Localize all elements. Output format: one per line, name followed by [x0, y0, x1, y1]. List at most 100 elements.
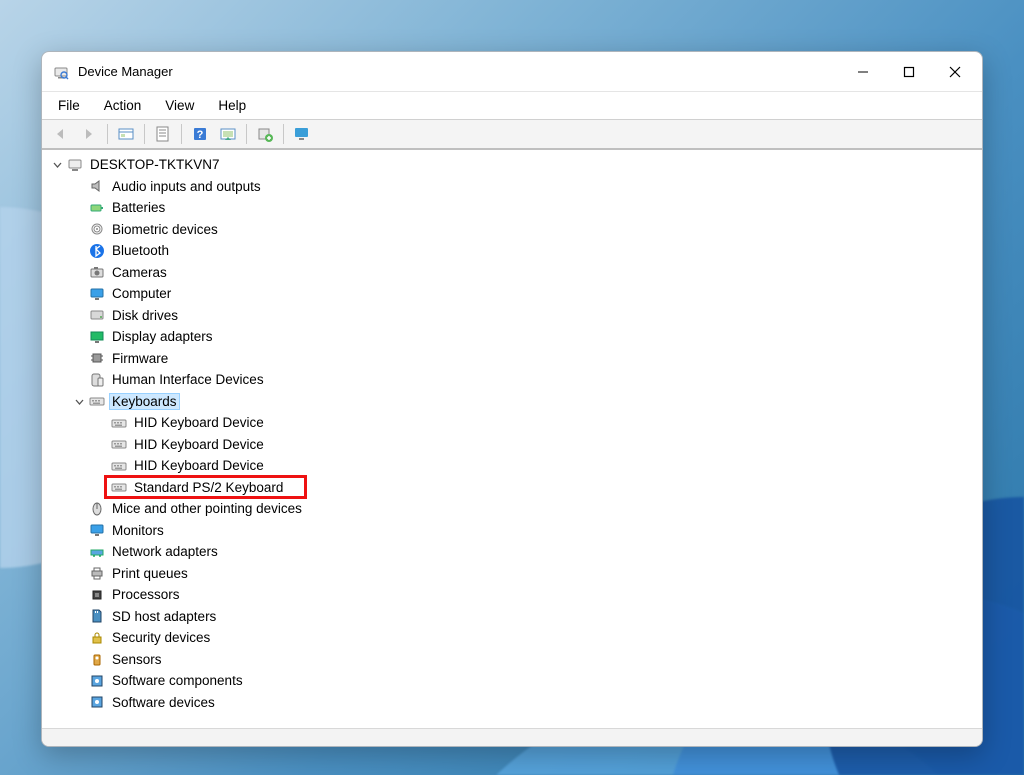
device-item[interactable]: Sensors: [42, 649, 968, 671]
monitor-icon: [88, 522, 106, 538]
cpu-icon: [88, 587, 106, 603]
device-item[interactable]: Standard PS/2 Keyboard: [42, 477, 968, 499]
minimize-button[interactable]: [840, 56, 886, 88]
node-label: Biometric devices: [110, 222, 220, 237]
node-label: Security devices: [110, 630, 212, 645]
device-item[interactable]: HID Keyboard Device: [42, 412, 968, 434]
toolbar-separator: [283, 124, 284, 144]
mouse-icon: [88, 501, 106, 517]
node-label: Mice and other pointing devices: [110, 501, 304, 516]
battery-icon: [88, 200, 106, 216]
node-label: Disk drives: [110, 308, 180, 323]
device-item[interactable]: HID Keyboard Device: [42, 434, 968, 456]
keyboard-icon: [110, 436, 128, 452]
toolbar: ?: [42, 120, 982, 150]
keyboard-icon: [88, 393, 106, 409]
node-label: Display adapters: [110, 329, 215, 344]
statusbar: [42, 728, 982, 746]
device-item[interactable]: Monitors: [42, 520, 968, 542]
software-icon: [88, 673, 106, 689]
device-item[interactable]: HID Keyboard Device: [42, 455, 968, 477]
device-item[interactable]: Disk drives: [42, 305, 968, 327]
lock-icon: [88, 630, 106, 646]
hid-icon: [88, 372, 106, 388]
window-title: Device Manager: [78, 64, 173, 79]
camera-icon: [88, 264, 106, 280]
keyboard-icon: [110, 415, 128, 431]
node-label: Batteries: [110, 200, 167, 215]
maximize-button[interactable]: [886, 56, 932, 88]
device-item[interactable]: Security devices: [42, 627, 968, 649]
device-tree[interactable]: DESKTOP-TKTKVN7 Audio inputs and outputs B…: [42, 150, 968, 728]
app-icon: [52, 63, 70, 81]
toolbar-remote-button[interactable]: [289, 122, 315, 146]
device-item[interactable]: Processors: [42, 584, 968, 606]
device-item[interactable]: Audio inputs and outputs: [42, 176, 968, 198]
node-label: HID Keyboard Device: [132, 437, 266, 452]
collapse-icon[interactable]: [50, 158, 64, 172]
node-label: Software components: [110, 673, 245, 688]
node-label: Computer: [110, 286, 173, 301]
network-icon: [88, 544, 106, 560]
node-label: Human Interface Devices: [110, 372, 266, 387]
bluetooth-icon: [88, 243, 106, 259]
device-item[interactable]: Network adapters: [42, 541, 968, 563]
toolbar-scan-button[interactable]: [215, 122, 241, 146]
device-manager-window: Device Manager File Action View Help: [41, 51, 983, 747]
menu-help[interactable]: Help: [208, 94, 256, 117]
collapse-icon[interactable]: [72, 394, 86, 408]
svg-text:?: ?: [197, 129, 204, 141]
device-category[interactable]: Keyboards: [42, 391, 968, 413]
device-item[interactable]: Biometric devices: [42, 219, 968, 241]
device-item[interactable]: Bluetooth: [42, 240, 968, 262]
keyboard-icon: [110, 458, 128, 474]
node-label: Firmware: [110, 351, 170, 366]
device-item[interactable]: Mice and other pointing devices: [42, 498, 968, 520]
node-label: DESKTOP-TKTKVN7: [88, 157, 222, 172]
close-button[interactable]: [932, 56, 978, 88]
device-item[interactable]: Batteries: [42, 197, 968, 219]
device-item[interactable]: Human Interface Devices: [42, 369, 968, 391]
node-label: Standard PS/2 Keyboard: [132, 480, 285, 495]
printer-icon: [88, 565, 106, 581]
node-label: HID Keyboard Device: [132, 415, 266, 430]
disk-icon: [88, 307, 106, 323]
node-label: SD host adapters: [110, 609, 218, 624]
sensor-icon: [88, 651, 106, 667]
toolbar-add-driver-button[interactable]: [252, 122, 278, 146]
titlebar: Device Manager: [42, 52, 982, 92]
node-label: HID Keyboard Device: [132, 458, 266, 473]
device-item[interactable]: Firmware: [42, 348, 968, 370]
node-label: Processors: [110, 587, 182, 602]
toolbar-separator: [144, 124, 145, 144]
node-label: Monitors: [110, 523, 166, 538]
menu-action[interactable]: Action: [94, 94, 152, 117]
toolbar-forward-button[interactable]: [76, 122, 102, 146]
device-item[interactable]: Software devices: [42, 692, 968, 714]
speaker-icon: [88, 178, 106, 194]
device-item[interactable]: Print queues: [42, 563, 968, 585]
node-label: Software devices: [110, 695, 217, 710]
node-label: Bluetooth: [110, 243, 171, 258]
node-label: Sensors: [110, 652, 164, 667]
toolbar-back-button[interactable]: [48, 122, 74, 146]
toolbar-show-hidden-button[interactable]: [113, 122, 139, 146]
device-item[interactable]: Display adapters: [42, 326, 968, 348]
menu-view[interactable]: View: [155, 94, 204, 117]
device-item[interactable]: Cameras: [42, 262, 968, 284]
toolbar-separator: [107, 124, 108, 144]
toolbar-properties-button[interactable]: [150, 122, 176, 146]
monitor-icon: [88, 286, 106, 302]
menu-file[interactable]: File: [48, 94, 90, 117]
node-label: Audio inputs and outputs: [110, 179, 263, 194]
software-icon: [88, 694, 106, 710]
device-item[interactable]: Software components: [42, 670, 968, 692]
device-item[interactable]: SD host adapters: [42, 606, 968, 628]
toolbar-separator: [246, 124, 247, 144]
toolbar-help-button[interactable]: ?: [187, 122, 213, 146]
device-item[interactable]: Computer: [42, 283, 968, 305]
display-icon: [88, 329, 106, 345]
content-area: DESKTOP-TKTKVN7 Audio inputs and outputs B…: [42, 150, 982, 728]
node-label: Cameras: [110, 265, 169, 280]
device-category[interactable]: DESKTOP-TKTKVN7: [42, 154, 968, 176]
